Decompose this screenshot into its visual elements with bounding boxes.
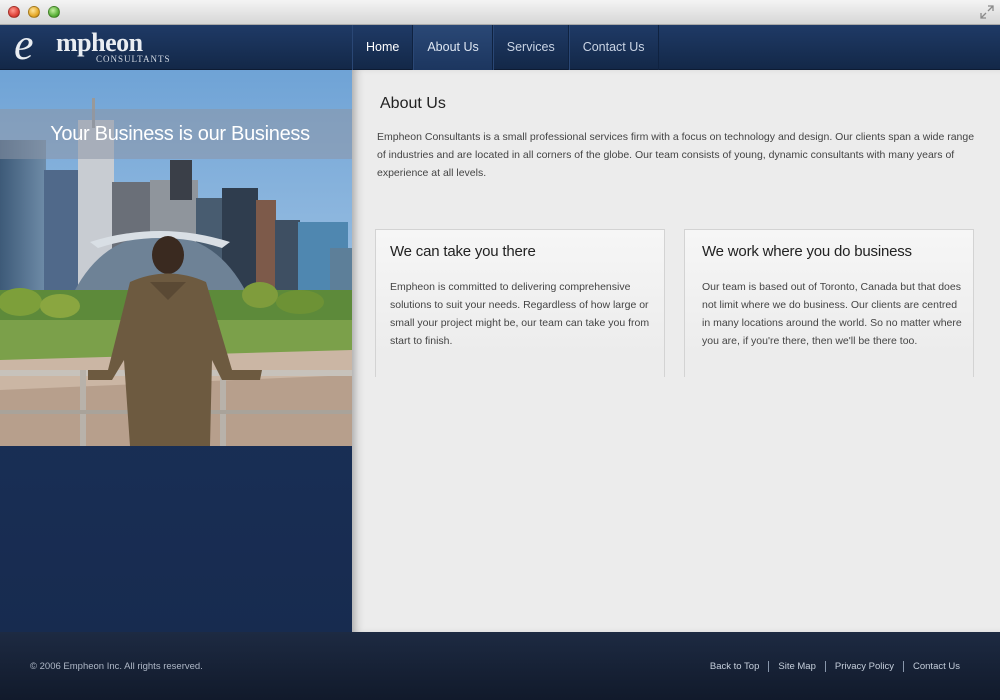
site-footer: © 2006 Empheon Inc. All rights reserved.… <box>0 632 1000 700</box>
info-card: We work where you do business Our team i… <box>684 229 974 377</box>
nav-home[interactable]: Home <box>352 25 414 70</box>
card-title: We work where you do business <box>702 243 912 260</box>
footer-link-contact-us[interactable]: Contact Us <box>903 661 960 672</box>
main-nav: Home About Us Services Contact Us <box>352 25 659 70</box>
empheon-logo[interactable]: e mpheon CONSULTANTS <box>14 21 174 69</box>
site-header: e mpheon CONSULTANTS Home About Us Servi… <box>0 21 1000 70</box>
intro-paragraph: Empheon Consultants is a small professio… <box>377 131 975 179</box>
hero-banner-text: Your Business is our Business <box>50 123 310 145</box>
card-body: Empheon is committed to delivering compr… <box>390 281 650 347</box>
logo-tagline: CONSULTANTS <box>96 54 171 64</box>
nav-contact-us[interactable]: Contact Us <box>568 25 659 70</box>
footer-link-privacy-policy[interactable]: Privacy Policy <box>824 661 903 672</box>
zoom-window-button[interactable] <box>48 6 60 18</box>
left-column: Your Business is our Business <box>0 70 352 632</box>
main-content: About Us Empheon Consultants is a small … <box>352 70 1000 632</box>
footer-link-site-map[interactable]: Site Map <box>768 661 825 672</box>
hero-photo: Your Business is our Business <box>0 70 352 446</box>
logo-word: mpheon <box>56 28 143 57</box>
hero-banner: Your Business is our Business <box>0 109 352 159</box>
logo-letter: e <box>14 20 34 69</box>
copyright-text: © 2006 Empheon Inc. All rights reserved. <box>30 661 203 672</box>
fullscreen-icon[interactable] <box>980 5 994 19</box>
close-window-button[interactable] <box>8 6 20 18</box>
info-card: We can take you there Empheon is committ… <box>375 229 665 377</box>
minimize-window-button[interactable] <box>28 6 40 18</box>
card-title: We can take you there <box>390 243 536 260</box>
window-titlebar <box>0 0 1000 25</box>
nav-about-us[interactable]: About Us <box>413 25 493 70</box>
footer-links: Back to Top Site Map Privacy Policy Cont… <box>701 661 960 672</box>
nav-services[interactable]: Services <box>492 25 569 70</box>
card-body: Our team is based out of Toronto, Canada… <box>702 281 962 347</box>
footer-link-back-to-top[interactable]: Back to Top <box>701 661 768 672</box>
page-title: About Us <box>380 95 446 112</box>
